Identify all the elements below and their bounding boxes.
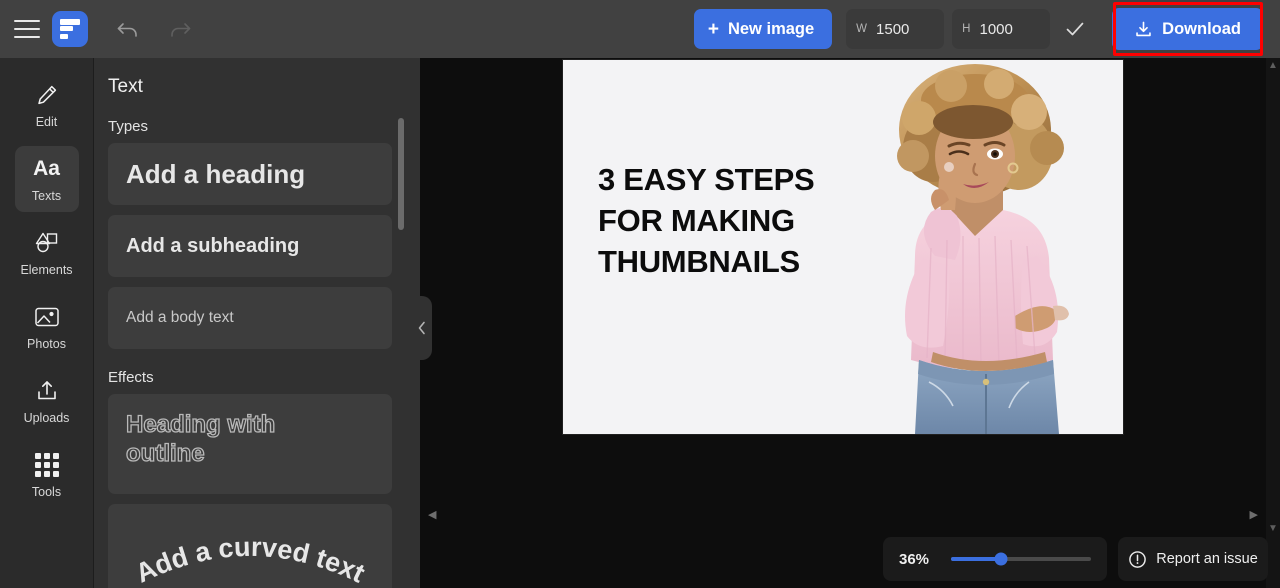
sidebar-item-elements[interactable]: Elements [15,220,79,286]
zoom-slider-knob[interactable] [994,552,1008,566]
outline-line-2: outline [125,440,205,468]
add-heading-label: Add a heading [126,158,306,189]
sidebar-item-label: Edit [35,114,58,129]
undo-arrow-icon[interactable] [114,15,142,43]
svg-text:Add a curved text: Add a curved text [131,532,369,588]
undo-redo-group [114,15,194,43]
width-value: 1500 [876,20,910,38]
panel-section-effects: Effects [108,369,154,386]
add-body-text-button[interactable]: Add a body text [108,287,392,349]
add-subheading-label: Add a subheading [126,234,300,257]
download-button[interactable]: Download [1112,8,1263,50]
height-value: 1000 [979,20,1013,38]
pencil-icon [35,82,59,108]
plus-icon: + [707,18,719,40]
sidebar-item-label: Photos [27,336,66,351]
add-heading-button[interactable]: Add a heading [108,143,392,205]
zoom-control[interactable]: 36% [883,537,1107,581]
new-image-label: New image [727,19,815,38]
sidebar-item-label: Elements [20,262,73,277]
height-label: H [962,23,971,35]
panel-scrollbar-thumb[interactable] [398,118,404,230]
canvas-vertical-scrollbar[interactable]: ▲ ▼ [1266,58,1280,588]
height-input[interactable]: H 1000 [952,9,1051,49]
report-issue-label: Report an issue [1156,551,1258,567]
width-label: W [856,23,868,35]
curved-text-preview: Add a curved text [108,504,392,588]
redo-arrow-icon[interactable] [166,15,194,43]
collapse-panel-button[interactable] [412,296,432,360]
sidebar-item-texts[interactable]: Aa Texts [14,146,79,212]
left-sidebar: Edit Aa Texts Elements Photos Uploads To… [0,58,94,588]
panel-title: Text [108,76,143,97]
zoom-slider[interactable] [951,552,1091,566]
add-body-text-label: Add a body text [126,309,234,326]
top-toolbar-right: + New image W 1500 H 1000 Download [693,0,1280,58]
heading-with-outline-label: Heading with outline [125,410,276,469]
caret-down-icon[interactable]: ▼ [1268,523,1278,534]
caret-up-icon[interactable]: ▲ [1268,60,1278,71]
checkmark-icon[interactable] [1058,12,1092,46]
add-subheading-button[interactable]: Add a subheading [108,215,392,277]
exclamation-circle-icon [1128,550,1147,569]
sidebar-item-label: Uploads [23,410,70,425]
caret-left-icon[interactable]: ◀ [428,510,436,521]
sidebar-item-label: Tools [31,484,62,499]
app-logo-icon[interactable] [52,11,88,47]
artboard-line-1: 3 EASY STEPS [598,162,815,197]
add-curved-text-button[interactable]: Add a curved text [108,504,392,588]
caret-right-icon[interactable]: ▶ [1250,510,1258,521]
outline-line-1: Heading with [125,410,276,438]
artboard-line-2: FOR MAKING [598,202,795,238]
canvas-area[interactable]: 3 EASY STEPS FOR MAKING THUMBNAILS ◀ ▶ ▲… [420,58,1280,588]
sidebar-item-tools[interactable]: Tools [15,442,79,508]
hamburger-menu-icon[interactable] [14,20,40,38]
panel-scrollbar[interactable] [398,118,404,558]
sidebar-item-label: Texts [31,188,62,203]
artboard-photo[interactable] [823,60,1123,434]
report-issue-button[interactable]: Report an issue [1118,537,1268,581]
download-icon [1134,20,1153,39]
zoom-value: 36% [899,550,930,568]
image-icon [34,304,60,330]
sidebar-item-photos[interactable]: Photos [15,294,79,360]
app-root: + New image W 1500 H 1000 Download Edit … [0,0,1280,588]
text-aa-icon: Aa [33,156,60,180]
grid-dots-icon [34,452,59,478]
sidebar-item-edit[interactable]: Edit [15,72,79,138]
chevron-left-icon [417,321,427,335]
sidebar-item-uploads[interactable]: Uploads [15,368,79,434]
heading-with-outline-button[interactable]: Heading with outline [108,394,392,494]
shapes-icon [34,230,60,256]
new-image-button[interactable]: + New image [693,9,833,49]
download-label: Download [1162,19,1241,38]
artboard-line-3: THUMBNAILS [598,243,800,279]
text-panel: Text Types Add a heading Add a subheadin… [94,58,420,588]
artboard[interactable]: 3 EASY STEPS FOR MAKING THUMBNAILS [563,60,1123,434]
width-input[interactable]: W 1500 [846,9,945,49]
top-toolbar: + New image W 1500 H 1000 Download [0,0,1280,58]
upload-icon [35,378,59,404]
panel-section-types: Types [108,118,149,135]
zoom-slider-fill [951,557,1002,561]
